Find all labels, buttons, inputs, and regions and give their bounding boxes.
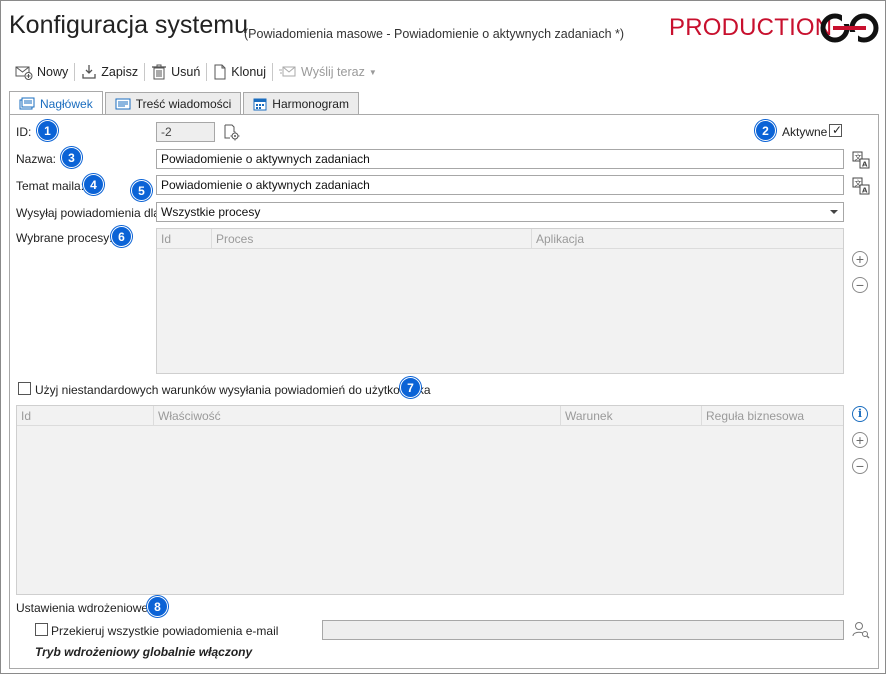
column-header-id[interactable]: Id [157,229,212,249]
deployment-settings-label: Ustawienia wdrożeniowe: [16,601,152,615]
toolbar: Nowy Zapisz Usuń Klonuj Wyślij teraz ▼ [9,59,383,85]
environment-label: PRODUCTION [669,14,833,41]
custom-conditions-checkbox[interactable] [18,382,31,395]
processes-grid-header: Id Proces Aplikacja [157,229,843,249]
new-mail-icon [15,66,33,80]
conditions-grid-header: Id Właściwość Warunek Reguła biznesowa [17,406,843,426]
save-button[interactable]: Zapisz [75,60,144,84]
column-header-condition[interactable]: Warunek [561,406,702,426]
window-title: Konfiguracja systemu [9,11,249,39]
delete-button-label: Usuń [171,65,201,79]
id-field: -2 [156,122,215,142]
translate-icon[interactable]: 文 A [852,177,870,195]
callout-badge-1: 1 [37,120,58,141]
remove-icon: − [855,277,865,293]
tab-header-label: Nagłówek [40,96,93,111]
svg-text:A: A [862,187,868,195]
message-tab-icon [115,98,131,110]
calendar-icon [253,98,267,111]
new-button-label: Nowy [37,65,69,79]
new-button[interactable]: Nowy [9,60,74,84]
user-search-icon[interactable] [852,621,870,639]
subject-input[interactable]: Powiadomienie o aktywnych zadaniach [156,175,844,195]
send-for-selected-value: Wszystkie procesy [161,205,261,219]
config-window: Konfiguracja systemu (Powiadomienia maso… [0,0,886,674]
clone-button-label: Klonuj [231,65,267,79]
column-header-application[interactable]: Aplikacja [532,229,843,249]
add-icon: + [855,251,865,267]
send-now-button-label: Wyślij teraz [301,65,365,79]
send-for-select[interactable]: Wszystkie procesy [156,202,844,222]
svg-text:A: A [862,161,868,169]
clone-icon [214,64,226,80]
id-settings-icon[interactable] [223,124,240,141]
tab-header[interactable]: Nagłówek [9,91,103,115]
trash-icon [152,64,167,80]
remove-icon: − [855,458,865,474]
redirect-checkbox[interactable] [35,623,48,636]
delete-button[interactable]: Usuń [145,60,206,84]
chevron-down-icon [830,210,838,214]
save-icon [82,65,96,79]
checkmark-icon: ✓ [832,123,843,137]
title-bar: Konfiguracja systemu (Powiadomienia maso… [1,1,885,57]
send-for-label: Wysyłaj powiadomienia dla: [16,206,164,220]
processes-grid[interactable]: Id Proces Aplikacja [156,228,844,374]
info-button[interactable]: i [852,406,868,422]
callout-badge-7: 7 [400,377,421,398]
deployment-mode-text: Tryb wdrożeniowy globalnie włączony [35,645,253,659]
column-header-property[interactable]: Właściwość [154,406,561,426]
name-label: Nazwa: [16,152,57,166]
tab-schedule[interactable]: Harmonogram [243,92,359,115]
custom-conditions-label[interactable]: Użyj niestandardowych warunków wysyłania… [35,383,431,397]
id-label: ID: [16,125,32,139]
callout-badge-4: 4 [83,174,104,195]
clone-button[interactable]: Klonuj [207,60,272,84]
callout-badge-3: 3 [61,147,82,168]
callout-badge-6: 6 [111,226,132,247]
conditions-grid[interactable]: Id Właściwość Warunek Reguła biznesowa [16,405,844,595]
name-input[interactable]: Powiadomienie o aktywnych zadaniach [156,149,844,169]
remove-condition-button[interactable]: − [852,458,868,474]
chevron-down-icon: ▼ [368,67,377,77]
column-header-process[interactable]: Proces [212,229,532,249]
active-checkbox[interactable]: ✓ [829,123,843,137]
redirect-label[interactable]: Przekieruj wszystkie powiadomienia e-mai… [51,624,278,638]
tab-message-content[interactable]: Treść wiadomości [104,92,242,115]
add-condition-button[interactable]: + [852,432,868,448]
add-process-button[interactable]: + [852,251,868,267]
send-icon [279,66,296,77]
save-button-label: Zapisz [101,65,139,79]
add-icon: + [855,432,865,448]
remove-process-button[interactable]: − [852,277,868,293]
tab-bar: Nagłówek Treść wiadomości Harmonogram [9,91,361,115]
send-now-button[interactable]: Wyślij teraz ▼ [273,60,383,84]
translate-icon[interactable]: 文 A [852,151,870,169]
redirect-email-field [322,620,844,640]
selected-processes-label: Wybrane procesy: [16,231,113,245]
callout-badge-8: 8 [147,596,168,617]
subject-label: Temat maila: [16,179,85,193]
header-tab-icon [19,97,35,109]
tab-schedule-label: Harmonogram [272,97,349,111]
info-icon: i [857,407,863,420]
header-tab-panel: ID: 1 -2 2 Aktywne ✓ Nazwa: 3 Powiadomie… [9,114,879,669]
callout-badge-2: 2 [755,120,776,141]
column-header-business-rule[interactable]: Reguła biznesowa [702,406,843,426]
active-label: Aktywne [782,125,828,139]
tab-message-content-label: Treść wiadomości [135,97,232,111]
column-header-id[interactable]: Id [17,406,154,426]
callout-badge-5: 5 [131,180,152,201]
environment-logo-icon [820,13,879,43]
window-subtitle: (Powiadomienia masowe - Powiadomienie o … [244,27,625,41]
